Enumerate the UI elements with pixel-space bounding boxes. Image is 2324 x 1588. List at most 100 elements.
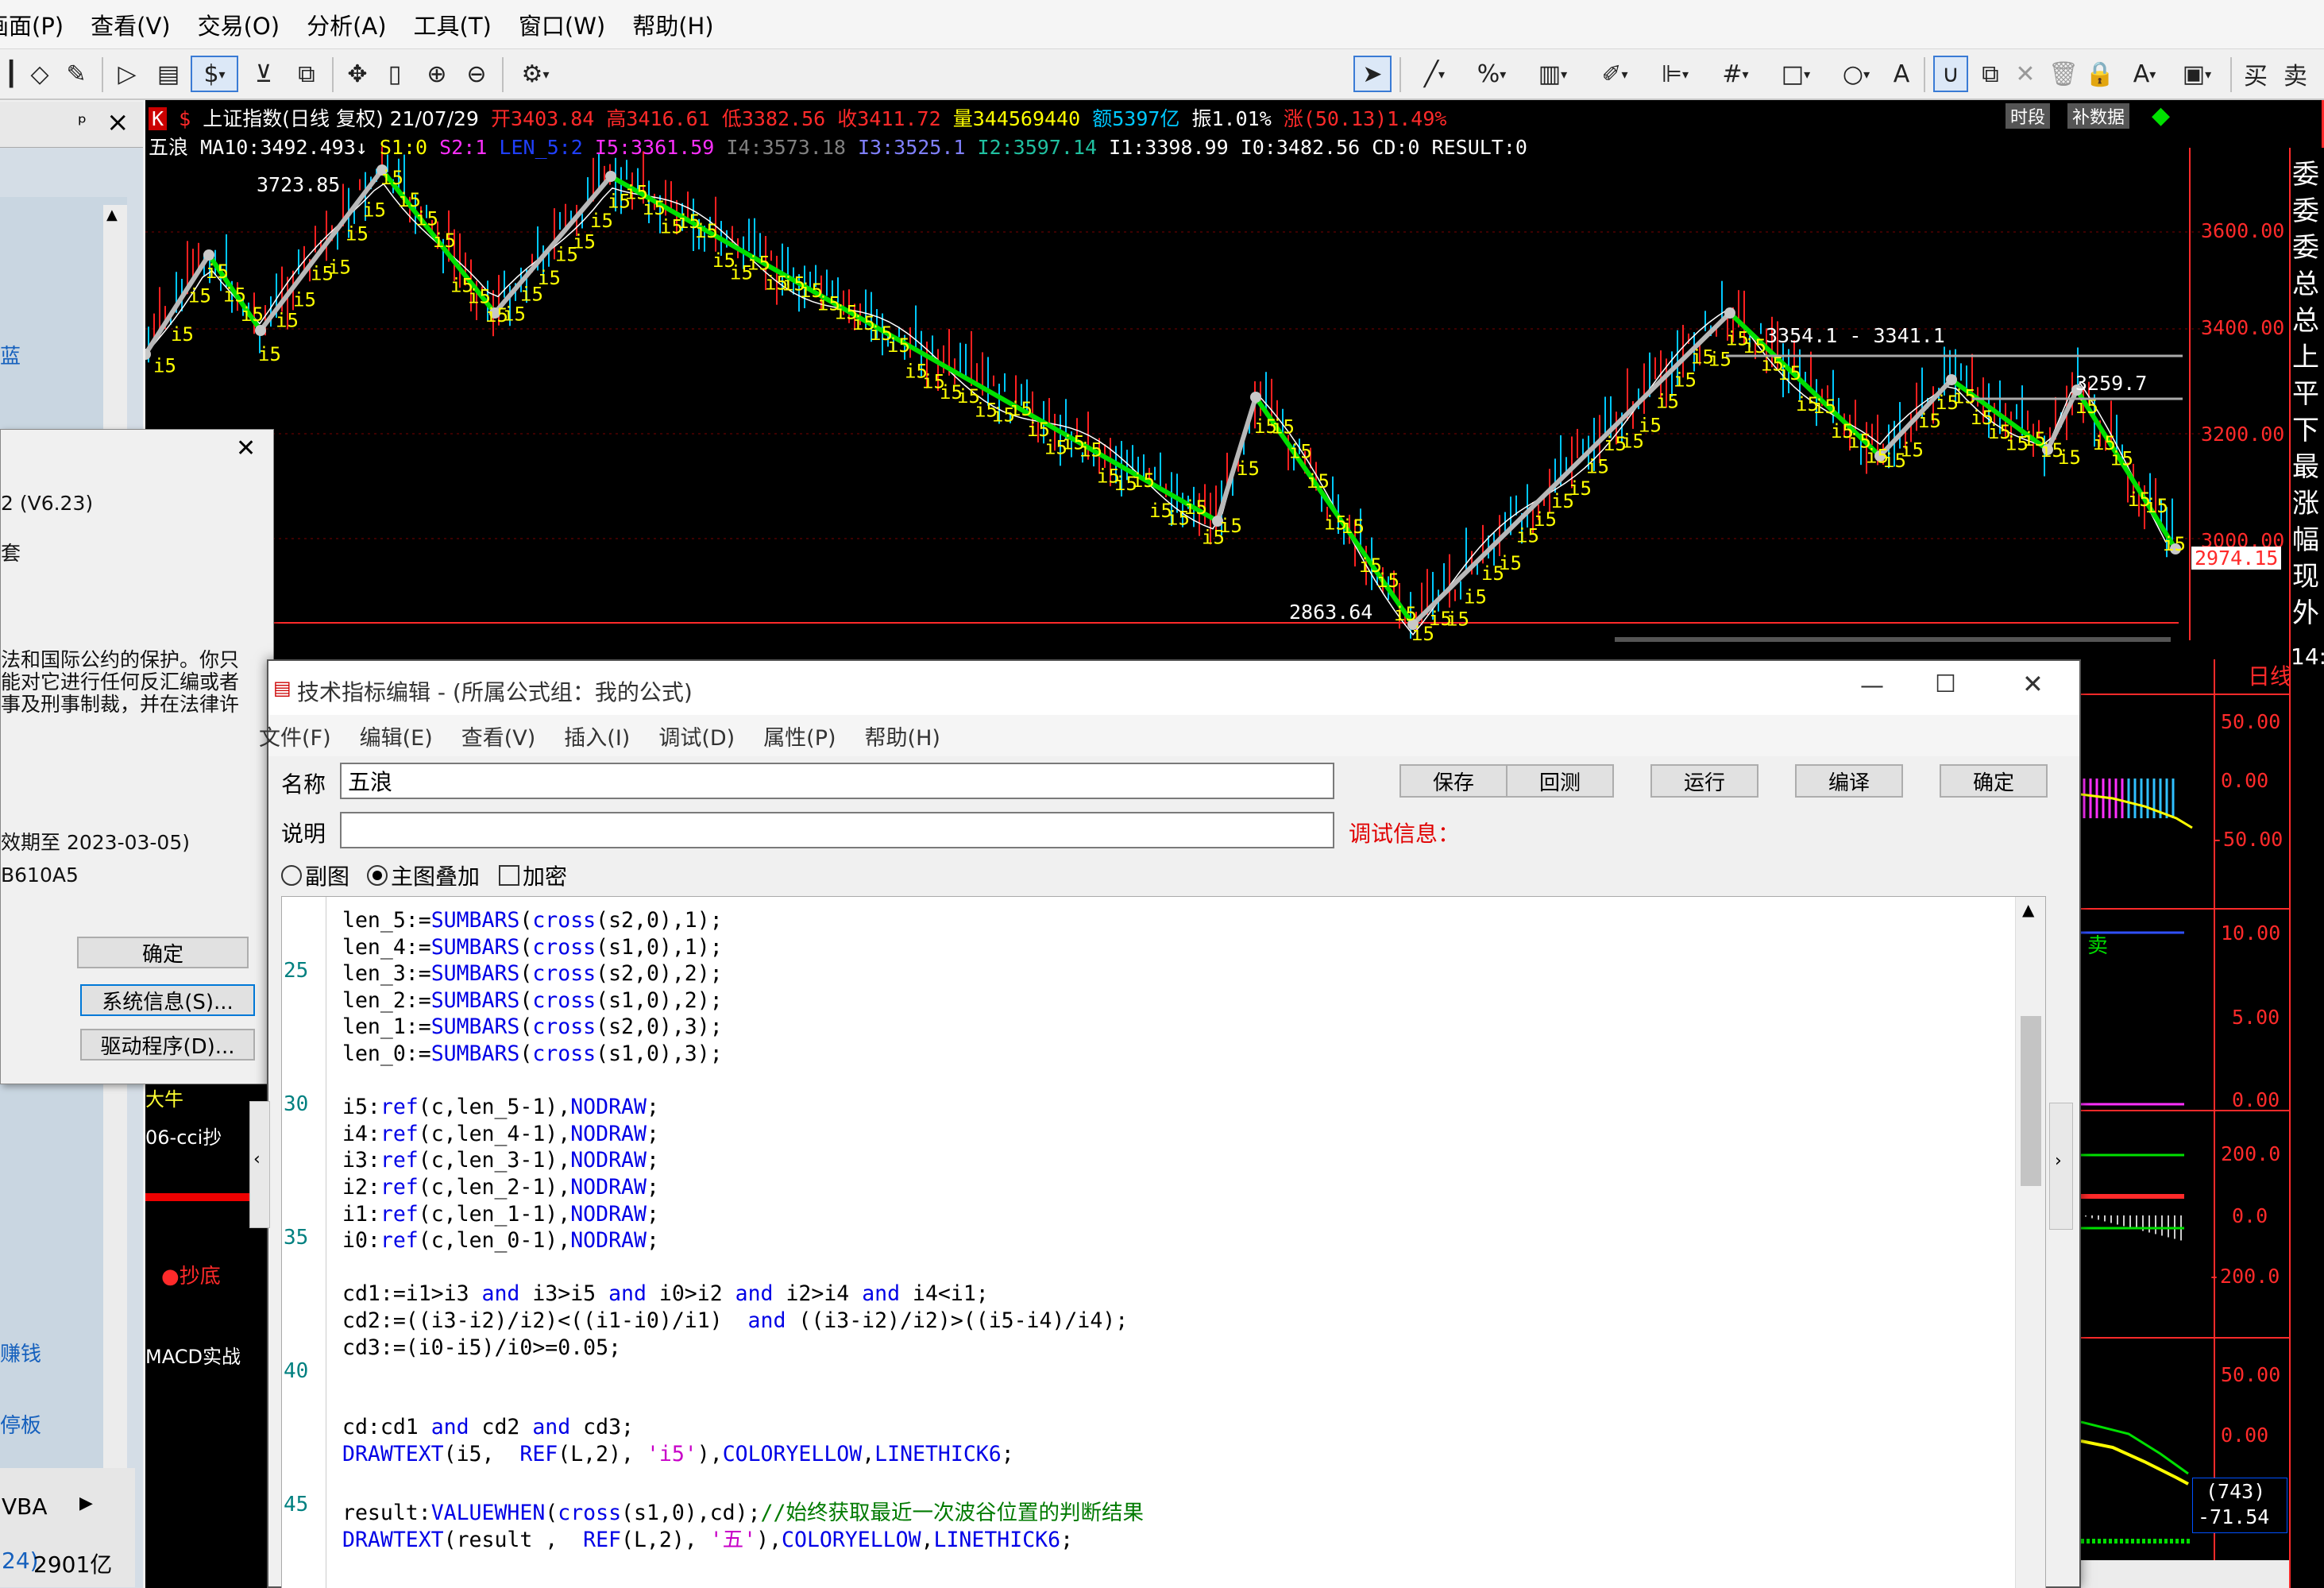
- run-button[interactable]: 运行: [1650, 764, 1758, 798]
- ellipse-tool-icon[interactable]: ○ ▾: [1830, 56, 1882, 92]
- quote-side-label: 委: [2292, 159, 2319, 191]
- editor-menu-help[interactable]: 帮助(H): [865, 721, 940, 751]
- editor-menu-view[interactable]: 查看(V): [461, 721, 536, 751]
- candle-icon[interactable]: ┃: [2, 56, 21, 92]
- code-token: ,: [862, 1442, 875, 1466]
- bottom-value-2: -71.54: [2198, 1505, 2270, 1528]
- editor-menu-insert[interactable]: 插入(I): [564, 721, 630, 751]
- menu-item-analysis[interactable]: 分析(A): [307, 8, 386, 41]
- list-item[interactable]: 停板: [0, 1409, 41, 1439]
- ok-button[interactable]: 确定: [1940, 764, 2048, 798]
- save-button[interactable]: 保存: [1399, 764, 1508, 798]
- code-token: cd2: [469, 1415, 533, 1440]
- sub-chart-radio[interactable]: [281, 865, 302, 886]
- encrypt-checkbox[interactable]: [499, 865, 520, 886]
- about-close-icon[interactable]: ✕: [236, 435, 256, 462]
- wave-node: [1250, 392, 1261, 403]
- driver-button[interactable]: 驱动程序(D)...: [80, 1029, 255, 1061]
- description-input[interactable]: [340, 812, 1334, 848]
- editor-close-icon[interactable]: ✕: [2022, 669, 2044, 699]
- code-editor[interactable]: 25 30 35 40 45 len_5:=SUMBARS(cross(s2,0…: [281, 896, 2046, 1588]
- menu-item-screen[interactable]: 画面(P): [0, 8, 64, 41]
- pointer-icon[interactable]: ➤: [1353, 56, 1392, 92]
- menu-item-help[interactable]: 帮助(H): [632, 8, 713, 41]
- trash-icon[interactable]: 🗑: [2048, 56, 2079, 92]
- menu-item-trade[interactable]: 交易(O): [198, 8, 280, 41]
- sub-window-label: ●抄底: [161, 1265, 221, 1289]
- magnet-icon[interactable]: ∪: [1933, 56, 1968, 92]
- hash-tool-icon[interactable]: # ▾: [1709, 56, 1762, 92]
- left-collapse-handle[interactable]: ‹: [249, 1101, 270, 1228]
- about-ok-button[interactable]: 确定: [77, 937, 249, 968]
- sub-axis-label: 0.00: [2221, 1424, 2269, 1447]
- lock-icon[interactable]: 🔒: [2084, 56, 2116, 92]
- editor-menu-edit[interactable]: 编辑(E): [360, 721, 433, 751]
- bars-tool-icon[interactable]: ⊫ ▾: [1649, 56, 1701, 92]
- backfill-badge[interactable]: 补数据: [2067, 103, 2130, 129]
- column-icon[interactable]: ▯: [383, 56, 407, 92]
- editor-menu-debug[interactable]: 调试(D): [658, 721, 735, 751]
- pin-icon[interactable]: ᵖ: [78, 111, 87, 135]
- sub-axis-label: -50.00: [2211, 828, 2283, 851]
- filter-icon[interactable]: ⊻: [248, 56, 280, 92]
- scroll-up-icon[interactable]: ▲: [2022, 900, 2034, 919]
- name-input[interactable]: 五浪: [340, 763, 1334, 799]
- i5-marker: i5: [695, 220, 718, 242]
- close-icon[interactable]: ×: [106, 106, 129, 138]
- ma10-value: MA10:3492.493↓: [200, 136, 368, 159]
- session-badge[interactable]: 时段: [2006, 103, 2051, 129]
- editor-menu-properties[interactable]: 属性(P): [763, 721, 836, 751]
- edit-icon[interactable]: ✎: [60, 56, 92, 92]
- menu-item-window[interactable]: 窗口(W): [519, 8, 605, 41]
- i5-marker: i5: [2110, 447, 2133, 469]
- pen-tool-icon[interactable]: ✐ ▾: [1589, 56, 1641, 92]
- menu-item-view[interactable]: 查看(V): [91, 8, 170, 41]
- code-token: SUMBARS: [430, 1041, 520, 1066]
- text-tool-icon[interactable]: A: [1887, 56, 1916, 92]
- chart-switch-icon[interactable]: ⧉: [291, 56, 322, 92]
- menu-item-tools[interactable]: 工具(T): [414, 8, 492, 41]
- chevron-left-icon: ‹: [253, 1149, 261, 1169]
- wave-segment: [1411, 311, 1732, 627]
- list-item[interactable]: 赚钱: [0, 1338, 41, 1367]
- rect-tool-icon[interactable]: □ ▾: [1770, 56, 1822, 92]
- delete-icon[interactable]: ✕: [2009, 56, 2041, 92]
- code-scrollbar[interactable]: ▲: [2015, 897, 2045, 1588]
- scroll-thumb[interactable]: [2021, 1016, 2041, 1186]
- code-line: i4:ref(c,len_4-1),NODRAW;: [342, 1122, 659, 1146]
- play-icon[interactable]: ▷: [111, 56, 143, 92]
- settings-icon[interactable]: ⚙ ▾: [512, 56, 559, 92]
- font-color-icon[interactable]: A ▾: [2121, 56, 2168, 92]
- buy-button[interactable]: 买: [2240, 56, 2272, 92]
- code-token: i1:: [342, 1201, 380, 1227]
- list-item[interactable]: 蓝: [0, 340, 21, 369]
- backtest-button[interactable]: 回测: [1506, 764, 1614, 798]
- document-icon[interactable]: ▤: [152, 56, 184, 92]
- main-overlay-radio[interactable]: [367, 865, 388, 886]
- minimize-icon[interactable]: —: [1860, 672, 1884, 700]
- zoom-out-icon[interactable]: ⊖: [461, 56, 492, 92]
- save-layout-icon[interactable]: ▣ ▾: [2173, 56, 2221, 92]
- percent-tool-icon[interactable]: % ▾: [1468, 56, 1515, 92]
- editor-menu-file[interactable]: 文件(F): [259, 721, 331, 751]
- code-token: NODRAW: [570, 1201, 647, 1227]
- i5-value: I5:3361.59: [594, 136, 715, 159]
- side-collapse-handle[interactable]: ›: [2049, 1103, 2073, 1230]
- copy-icon[interactable]: ⧉: [1975, 56, 2006, 92]
- move-icon[interactable]: ✥: [342, 56, 373, 92]
- code-line: i1:ref(c,len_1-1),NODRAW;: [342, 1202, 659, 1227]
- code-token: (s1,0),3);: [596, 1041, 723, 1066]
- sell-button[interactable]: 卖: [2280, 56, 2311, 92]
- i5-marker: i5: [538, 267, 561, 289]
- tab-next-icon[interactable]: ▶: [79, 1493, 93, 1513]
- chevron-right-icon: ›: [2055, 1151, 2062, 1171]
- grid-tool-icon[interactable]: ▥ ▾: [1527, 56, 1579, 92]
- line-tool-icon[interactable]: ╱ ▾: [1411, 56, 1458, 92]
- diamond-icon[interactable]: ◇: [24, 56, 56, 92]
- vba-tab[interactable]: VBA: [2, 1493, 48, 1520]
- maximize-icon[interactable]: ☐: [1935, 670, 1956, 698]
- system-info-button[interactable]: 系统信息(S)...: [80, 984, 255, 1016]
- currency-button[interactable]: $ ▾: [191, 56, 238, 92]
- compile-button[interactable]: 编译: [1795, 764, 1903, 798]
- zoom-in-icon[interactable]: ⊕: [421, 56, 453, 92]
